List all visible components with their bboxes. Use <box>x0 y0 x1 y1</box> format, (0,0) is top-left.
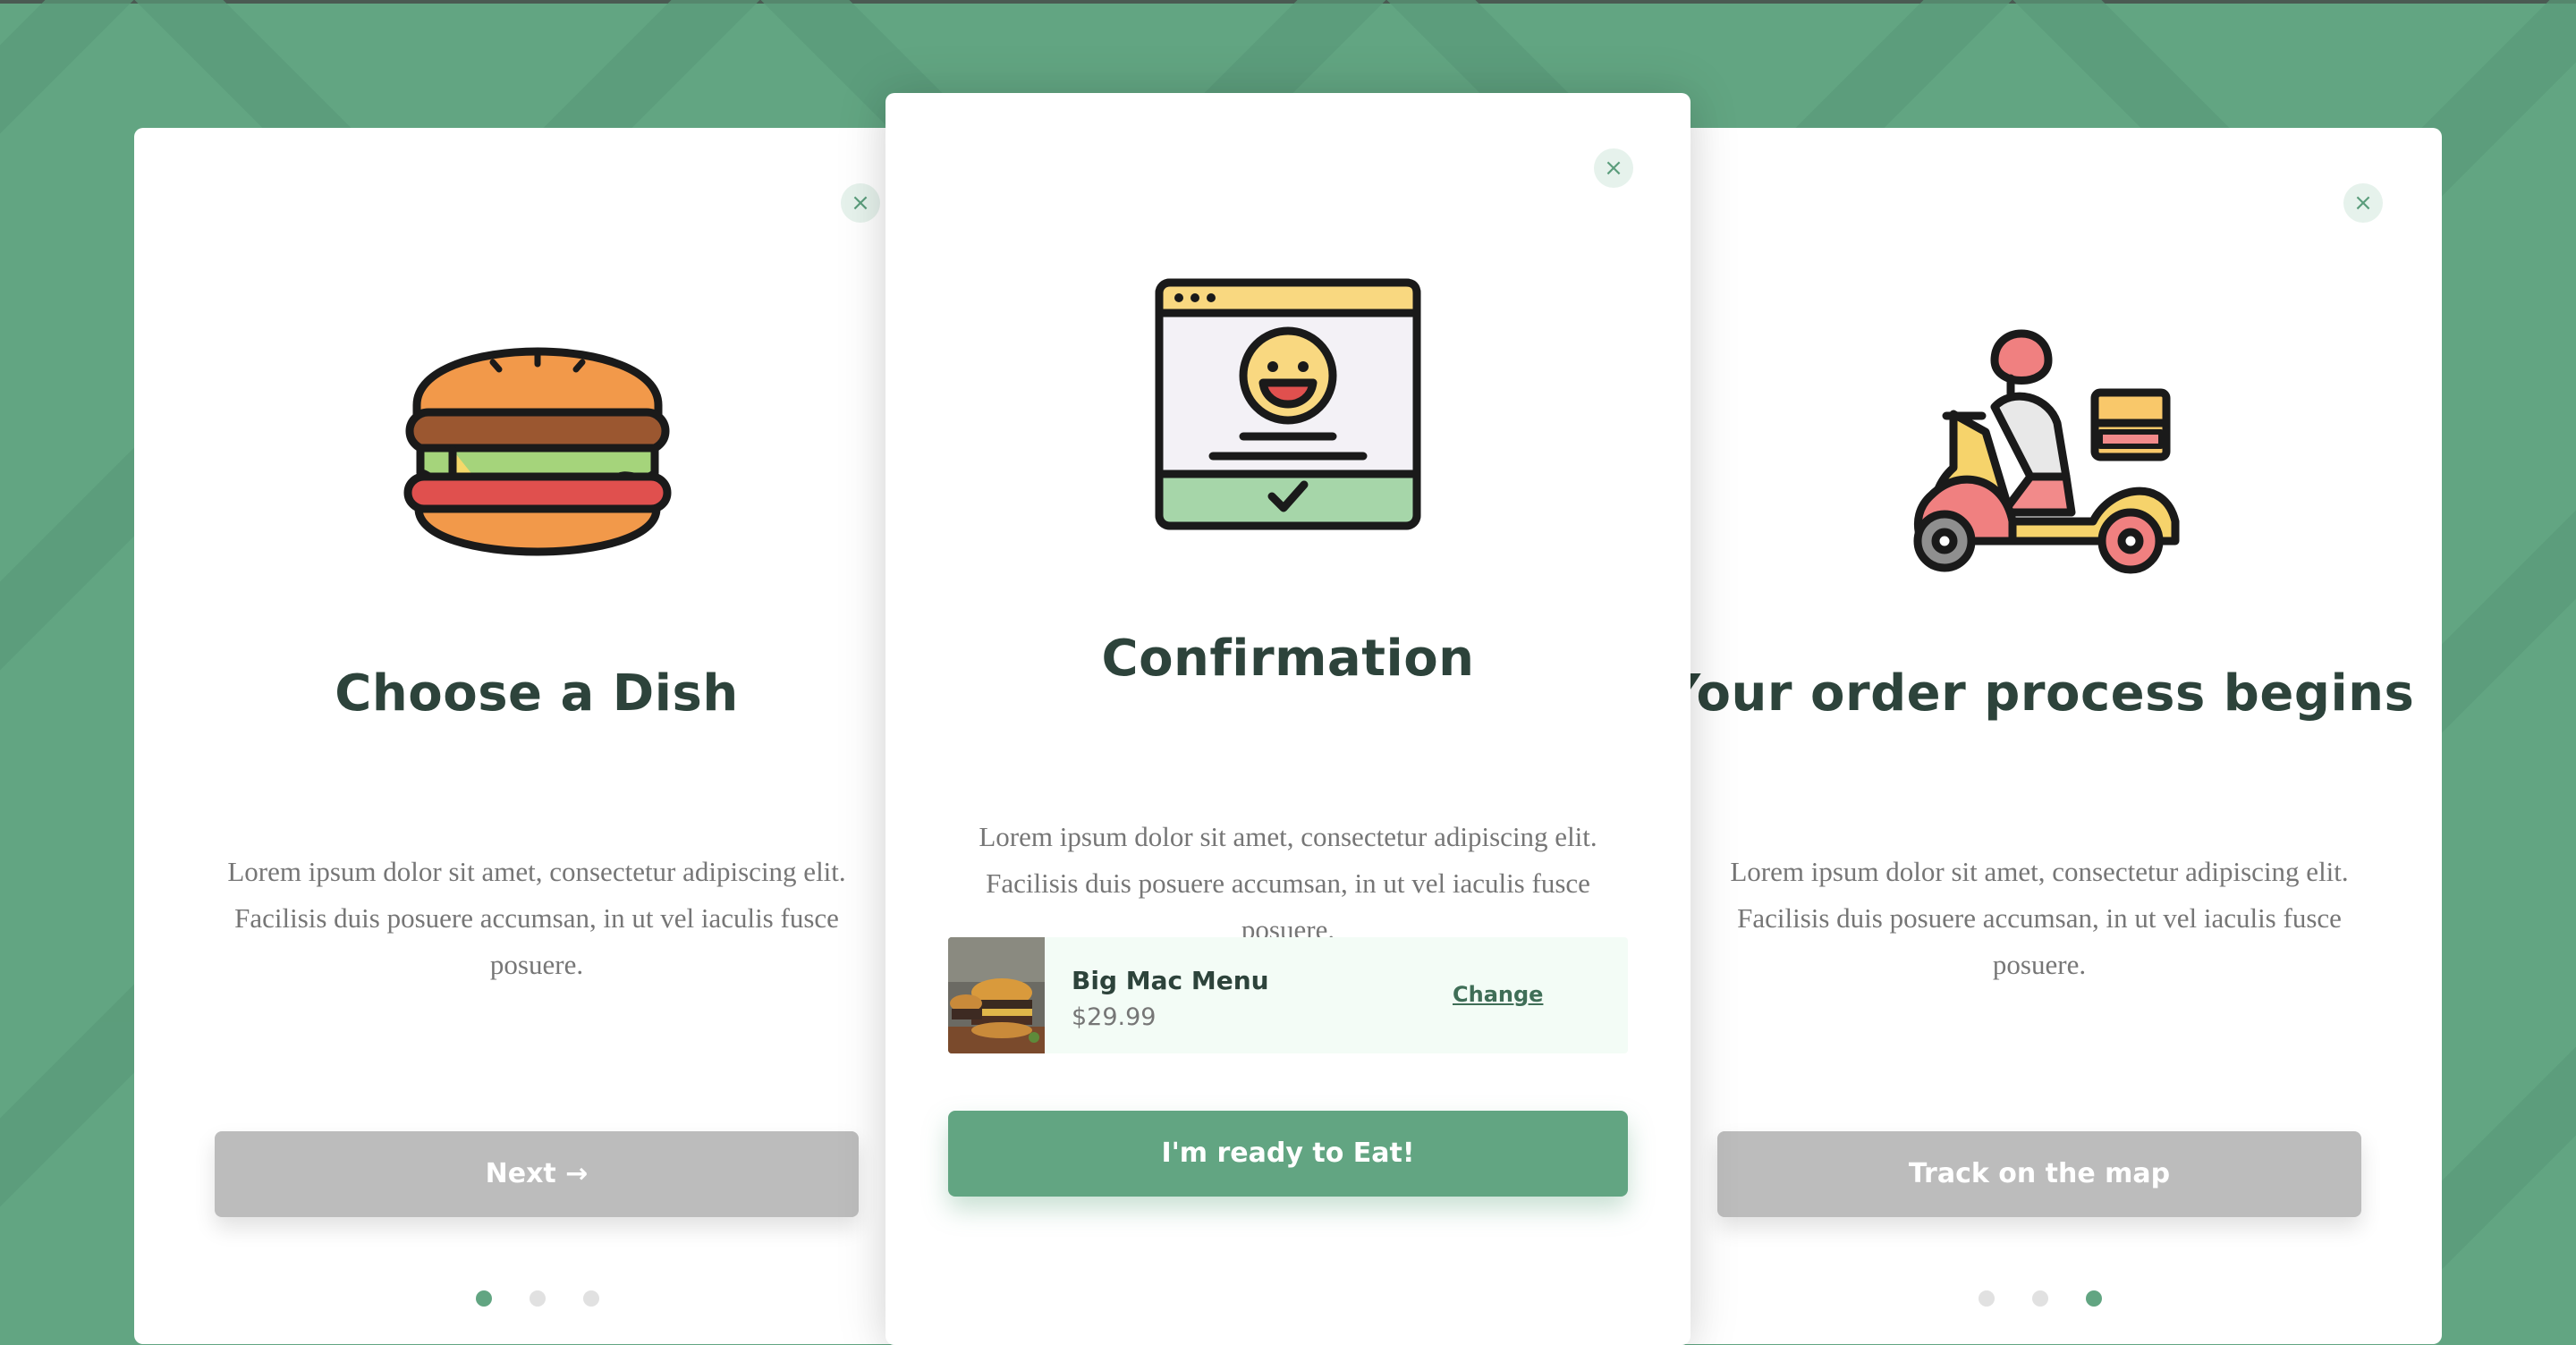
change-order-link[interactable]: Change <box>1453 982 1543 1007</box>
step-dot-1[interactable] <box>476 1290 492 1307</box>
step-dot-3[interactable] <box>2086 1290 2102 1307</box>
close-button[interactable]: × <box>2343 183 2383 223</box>
scooter-delivery-icon <box>1913 329 2180 574</box>
step-dot-2[interactable] <box>2032 1290 2048 1307</box>
close-button[interactable]: × <box>1594 148 1633 188</box>
card-title: Your order process begins <box>1664 664 2415 723</box>
card-description: Lorem ipsum dolor sit amet, consectetur … <box>1730 856 2349 980</box>
order-item-price: $29.99 <box>1072 1003 1157 1031</box>
step-indicator <box>1979 1290 2104 1308</box>
card-confirmation: × Confirmation Lorem ipsum dolor sit ame… <box>886 93 1690 1345</box>
card-order-process: × Your order process begins Lorem ipsum … <box>1637 128 2442 1344</box>
card-title: Confirmation <box>1101 630 1475 688</box>
burger-photo <box>948 937 1045 1053</box>
card-title: Choose a Dish <box>335 664 739 723</box>
order-summary: Big Mac Menu $29.99 Change <box>948 937 1628 1053</box>
burger-icon <box>403 347 672 556</box>
order-item-name: Big Mac Menu <box>1072 966 1269 995</box>
card-description: Lorem ipsum dolor sit amet, consectetur … <box>979 821 1597 945</box>
card-choose-dish: × Choose a Dish Lorem ipsum dolor sit am… <box>134 128 939 1344</box>
step-dot-2[interactable] <box>530 1290 546 1307</box>
step-indicator <box>476 1290 601 1308</box>
close-button[interactable]: × <box>841 183 880 223</box>
card-description: Lorem ipsum dolor sit amet, consectetur … <box>227 856 846 980</box>
browser-smiley-icon <box>1155 278 1421 530</box>
ready-to-eat-button[interactable]: I'm ready to Eat! <box>948 1111 1628 1197</box>
step-dot-1[interactable] <box>1979 1290 1995 1307</box>
step-dot-3[interactable] <box>583 1290 599 1307</box>
next-button[interactable]: Next → <box>215 1131 859 1217</box>
track-on-map-button[interactable]: Track on the map <box>1717 1131 2361 1217</box>
